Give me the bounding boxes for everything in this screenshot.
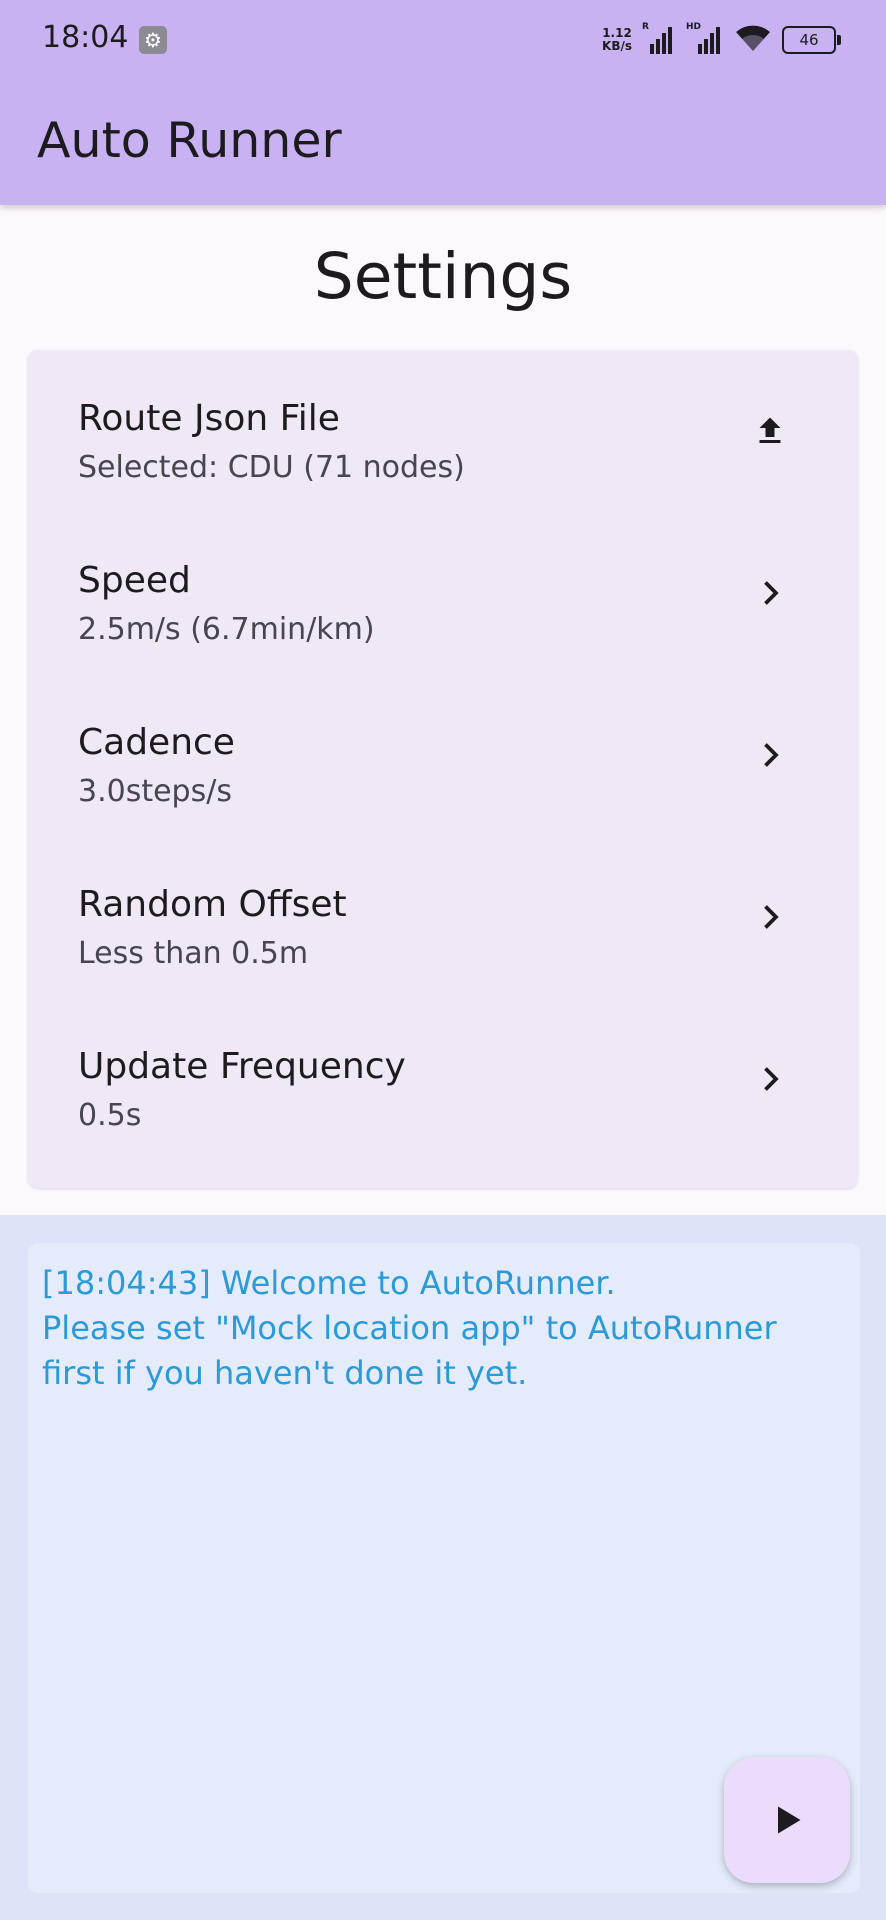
chevron-right-icon <box>764 905 779 929</box>
setting-route-json-file[interactable]: Route Json File Selected: CDU (71 nodes) <box>28 350 858 512</box>
setting-speed[interactable]: Speed 2.5m/s (6.7min/km) <box>28 512 858 674</box>
wifi-icon <box>734 23 772 57</box>
status-time: 18:04 <box>42 20 129 55</box>
setting-random-offset[interactable]: Random Offset Less than 0.5m <box>28 836 858 998</box>
status-icons: 1.12 KB/s R HD 46 <box>602 22 841 58</box>
network-speed: 1.12 KB/s <box>602 26 632 53</box>
chevron-right-icon <box>764 743 779 767</box>
setting-title: Cadence <box>78 722 235 763</box>
chevron-right-icon <box>764 581 779 605</box>
play-button[interactable] <box>724 1757 850 1883</box>
settings-card: Route Json File Selected: CDU (71 nodes)… <box>28 350 858 1188</box>
setting-subtitle: 0.5s <box>78 1098 142 1133</box>
setting-title: Route Json File <box>78 398 340 439</box>
page-title: Settings <box>313 240 573 313</box>
log-text: [18:04:43] Welcome to AutoRunner. Please… <box>42 1264 777 1392</box>
app-title: Auto Runner <box>37 112 342 169</box>
battery-icon: 46 <box>782 26 841 54</box>
chevron-right-icon <box>764 1067 779 1091</box>
setting-subtitle: Selected: CDU (71 nodes) <box>78 450 465 485</box>
setting-subtitle: Less than 0.5m <box>78 936 309 971</box>
wrench-icon: ⚙ <box>139 26 167 54</box>
app-bar: 18:04 ⚙ 1.12 KB/s R HD 46 Auto Runner <box>0 0 886 205</box>
upload-icon[interactable] <box>752 413 788 449</box>
setting-title: Random Offset <box>78 884 347 925</box>
setting-subtitle: 3.0steps/s <box>78 774 232 809</box>
status-bar: 18:04 ⚙ 1.12 KB/s R HD 46 <box>0 0 886 80</box>
setting-update-frequency[interactable]: Update Frequency 0.5s <box>28 998 858 1160</box>
setting-title: Update Frequency <box>78 1046 406 1087</box>
signal-icon: R <box>642 22 676 54</box>
signal-hd-icon: HD <box>686 22 724 54</box>
play-icon <box>778 1806 801 1834</box>
setting-cadence[interactable]: Cadence 3.0steps/s <box>28 674 858 836</box>
setting-subtitle: 2.5m/s (6.7min/km) <box>78 612 375 647</box>
setting-title: Speed <box>78 560 191 601</box>
